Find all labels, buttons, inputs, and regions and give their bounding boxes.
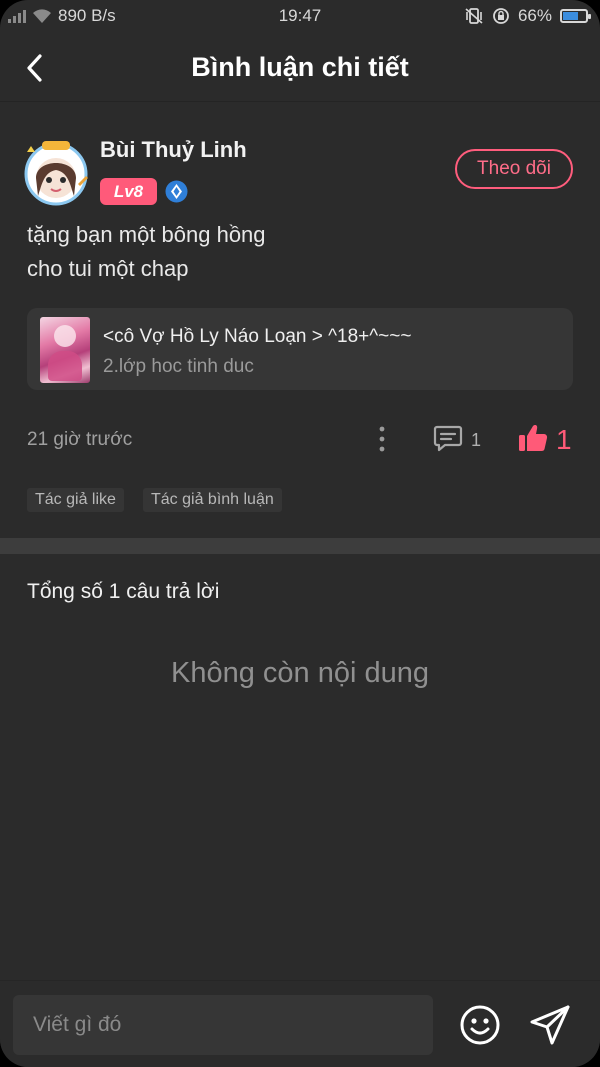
thumbs-up-icon[interactable] xyxy=(517,422,549,454)
like-count: 1 xyxy=(556,424,572,455)
story-chapter: 2.lớp hoc tinh duc xyxy=(103,356,254,377)
author-comment-tag: Tác giả bình luận xyxy=(143,488,282,512)
battery-icon xyxy=(560,9,591,23)
battery-percent: 66% xyxy=(517,6,552,25)
status-right: 66% xyxy=(464,6,591,26)
level-badge: Lv8 xyxy=(100,178,157,205)
section-divider xyxy=(0,538,600,554)
comment-text: tặng bạn một bông hồng cho tui một chap xyxy=(27,218,266,286)
more-options-icon[interactable] xyxy=(372,424,392,454)
total-replies-label: Tổng số 1 câu trả lời xyxy=(27,580,220,603)
comment-line: tặng bạn một bông hồng xyxy=(27,222,266,247)
empty-message: Không còn nội dung xyxy=(171,657,429,689)
author-like-tag: Tác giả like xyxy=(27,488,124,512)
avatar[interactable] xyxy=(22,138,90,206)
story-card[interactable]: <cô Vợ Hồ Ly Náo Loạn > ^18+^~~~ 2.lớp h… xyxy=(27,308,573,390)
emoji-icon[interactable] xyxy=(459,1004,501,1046)
page-title: Bình luận chi tiết xyxy=(191,52,409,82)
comment-input[interactable] xyxy=(13,995,433,1055)
timestamp: 21 giờ trước xyxy=(27,429,133,450)
vibrate-icon xyxy=(465,8,483,24)
follow-button[interactable]: Theo dõi xyxy=(455,149,573,189)
comment-line: cho tui một chap xyxy=(27,256,189,281)
header: Bình luận chi tiết xyxy=(0,32,600,102)
story-title: <cô Vợ Hồ Ly Náo Loạn > ^18+^~~~ xyxy=(103,326,412,347)
reply-icon[interactable] xyxy=(433,424,463,452)
screen: 890 B/s 19:47 66% Bình luận chi tiết Bùi… xyxy=(0,0,600,1067)
comment-input-bar xyxy=(0,980,600,1067)
reply-count: 1 xyxy=(471,430,482,450)
status-bar: 890 B/s 19:47 66% xyxy=(0,0,600,32)
diamond-icon xyxy=(165,180,188,203)
send-icon[interactable] xyxy=(528,1003,572,1047)
story-cover-image xyxy=(40,317,90,383)
rotation-lock-icon xyxy=(493,8,509,24)
username[interactable]: Bùi Thuỷ Linh xyxy=(100,137,247,163)
